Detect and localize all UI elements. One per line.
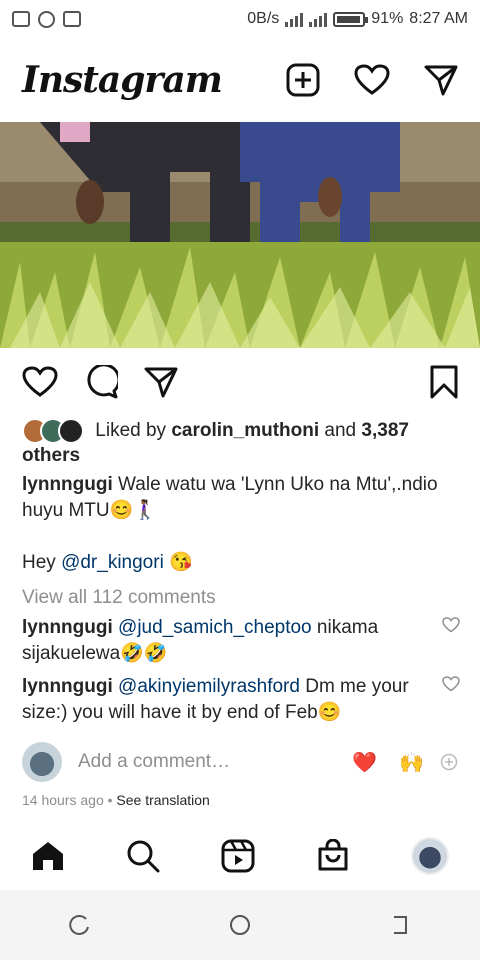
add-comment-input[interactable]: Add a comment… — [78, 751, 352, 773]
new-post-icon[interactable] — [286, 63, 320, 97]
likes-summary[interactable]: Liked by carolin_muthoni and 3,387 other… — [22, 418, 458, 468]
post-photo[interactable] — [0, 122, 480, 348]
liked-by-and: and — [324, 420, 357, 442]
comment-username[interactable]: lynnngugi — [22, 676, 113, 697]
liker-avatars — [22, 418, 84, 444]
quick-reaction-heart[interactable]: ❤️ — [352, 750, 377, 775]
instagram-logo[interactable]: Instagram — [22, 59, 223, 101]
avatar — [22, 742, 62, 782]
add-reaction-icon[interactable] — [440, 753, 458, 771]
comment-item: lynnngugi @akinyiemilyrashford Dm me you… — [22, 674, 460, 726]
recent-apps-icon[interactable] — [68, 913, 92, 937]
signal-icon — [285, 11, 304, 27]
add-comment-row: Add a comment… ❤️ 🙌 — [22, 740, 458, 784]
caption-mention[interactable]: @dr_kingori — [61, 552, 164, 573]
see-translation-link[interactable]: See translation — [116, 792, 209, 808]
comment-mention[interactable]: @jud_samich_cheptoo — [118, 617, 312, 638]
separator: • — [107, 792, 113, 808]
search-icon[interactable] — [126, 839, 160, 873]
comment-like-icon[interactable] — [442, 617, 460, 633]
home-button-icon[interactable] — [228, 913, 252, 937]
clock: 8:27 AM — [409, 10, 468, 27]
signal-icon-2 — [309, 11, 328, 27]
system-nav-bar — [0, 890, 480, 960]
comment-icon[interactable] — [84, 365, 118, 399]
post-caption: lynnngugi Wale watu wa 'Lynn Uko na Mtu'… — [22, 472, 458, 576]
comment-item: lynnngugi @jud_samich_cheptoo nikama sij… — [22, 615, 460, 667]
profile-avatar[interactable] — [411, 837, 450, 875]
shop-icon[interactable] — [316, 839, 350, 873]
caption-emoji: 😘 — [169, 552, 193, 573]
comment-username[interactable]: lynnngugi — [22, 617, 113, 638]
battery-icon — [333, 11, 369, 27]
view-all-comments[interactable]: View all 112 comments — [22, 585, 458, 611]
caption-hey: Hey — [22, 552, 56, 573]
post-photo-art — [0, 122, 480, 348]
app-header: Instagram — [0, 38, 480, 122]
home-icon[interactable] — [31, 840, 65, 872]
status-bar: 0B/s 91% 8:27 AM — [0, 0, 480, 38]
quick-reaction-hands[interactable]: 🙌 — [399, 750, 424, 775]
gallery-icon — [63, 11, 81, 27]
time-ago: 14 hours ago — [22, 792, 104, 808]
battery-level: 91% — [371, 10, 404, 27]
post-actions — [22, 362, 458, 402]
liked-by-user[interactable]: carolin_muthoni — [171, 420, 319, 441]
reels-icon[interactable] — [221, 839, 255, 873]
network-speed: 0B/s — [247, 10, 280, 27]
comment-mention[interactable]: @akinyiemilyrashford — [118, 676, 300, 697]
caption-username[interactable]: lynnngugi — [22, 474, 113, 495]
post-timestamp: 14 hours ago • See translation — [22, 792, 210, 808]
back-icon[interactable] — [388, 913, 412, 937]
news-icon — [12, 11, 30, 27]
bottom-nav — [0, 826, 480, 886]
activity-heart-icon[interactable] — [354, 64, 390, 96]
comment-like-icon[interactable] — [442, 676, 460, 692]
facebook-icon — [38, 10, 55, 28]
direct-message-icon[interactable] — [424, 64, 458, 96]
like-heart-icon[interactable] — [22, 366, 58, 398]
liked-by-prefix: Liked by — [95, 420, 167, 442]
avatar — [58, 418, 84, 444]
save-bookmark-icon[interactable] — [430, 365, 458, 399]
share-icon[interactable] — [144, 366, 178, 398]
